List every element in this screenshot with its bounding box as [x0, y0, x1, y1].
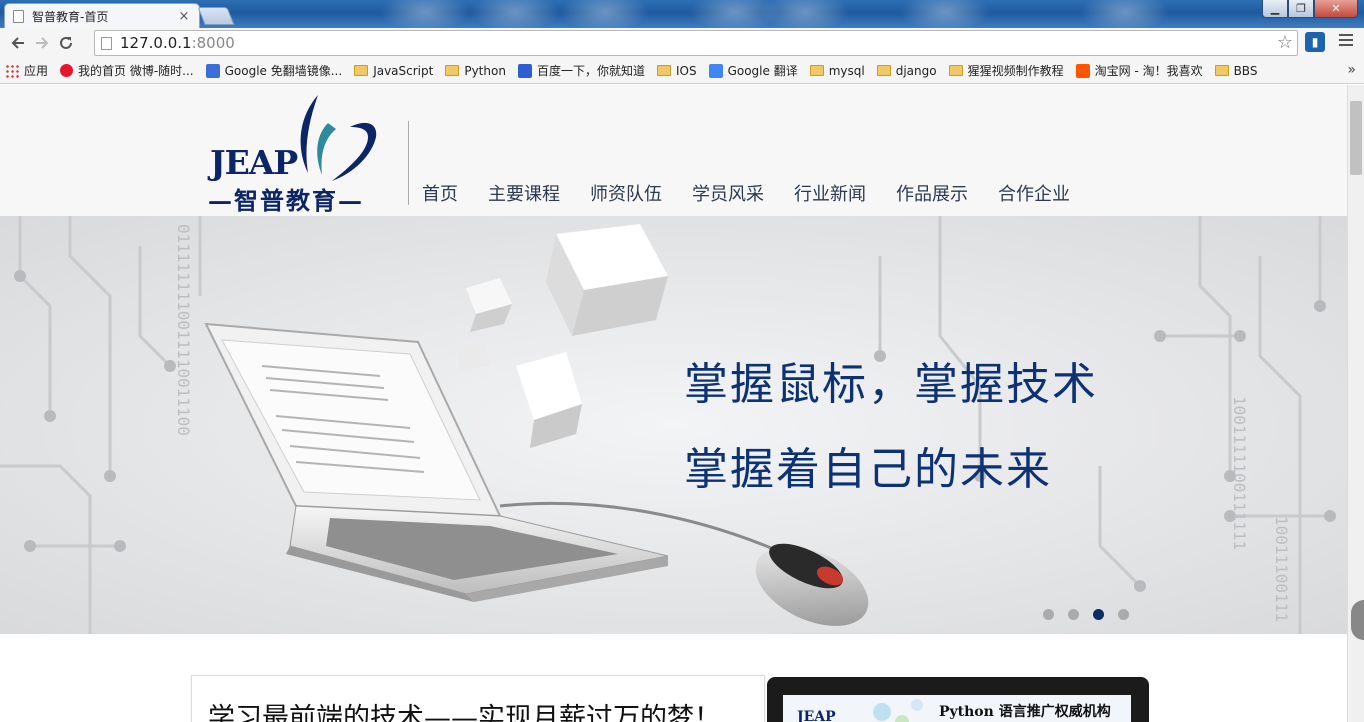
- bookmark-label: 应用: [24, 64, 49, 78]
- carousel-indicators: [1043, 609, 1143, 620]
- chrome-menu-icon[interactable]: [1339, 34, 1353, 49]
- bookmark-apps[interactable]: 应用: [5, 62, 48, 79]
- bookmark-label: 猩猩视频制作教程: [967, 64, 1064, 78]
- carousel-dot-4[interactable]: [1118, 609, 1129, 620]
- nav-teachers[interactable]: 师资队伍: [590, 180, 662, 206]
- promo-video-screen: JEAP Python 语言推广权威机构: [783, 695, 1131, 722]
- bookmark-label: BBS: [1233, 63, 1258, 78]
- folder-icon: [445, 65, 460, 76]
- tab-title: 智普教育-首页: [32, 9, 109, 24]
- tab-close-icon[interactable]: ×: [177, 9, 191, 24]
- carousel-dot-2[interactable]: [1068, 609, 1079, 620]
- promo-video-frame[interactable]: JEAP Python 语言推广权威机构: [767, 677, 1149, 722]
- window-controls: ▁ ❐ ✕: [1262, 0, 1358, 18]
- bookmark-label: Google 免翻墙镜像...: [224, 64, 343, 78]
- nav-works[interactable]: 作品展示: [896, 180, 968, 206]
- banner-slogan-line1: 掌握鼠标，掌握技术: [684, 359, 1098, 410]
- bookmark-weibo[interactable]: 我的首页 微博-随时...: [60, 62, 194, 79]
- bookmark-label: Python: [464, 63, 506, 78]
- nav-partners[interactable]: 合作企业: [998, 180, 1070, 206]
- page-viewport: JEAP —智普教育— 首页 主要课程 师资队伍 学员风采 行业新闻 作品展示 …: [0, 85, 1347, 722]
- floating-side-button[interactable]: [1351, 600, 1364, 640]
- bookmarks-bar: 应用 我的首页 微博-随时... Google 免翻墙镜像... JavaScr…: [0, 58, 1364, 84]
- svg-text:1001111100111111: 1001111100111111: [1230, 396, 1249, 550]
- bookmark-baidu[interactable]: 百度一下，你就知道: [517, 62, 645, 79]
- bookmark-folder-video[interactable]: 猩猩视频制作教程: [948, 62, 1064, 79]
- promo-title: Python 语言推广权威机构: [939, 704, 1111, 720]
- nav-courses[interactable]: 主要课程: [488, 180, 560, 206]
- back-arrow-icon[interactable]: [6, 31, 30, 55]
- taobao-icon: [1075, 63, 1090, 78]
- maximize-icon[interactable]: ❐: [1288, 0, 1314, 18]
- banner-slogan-line2: 掌握着自己的未来: [684, 444, 1052, 495]
- nav-home[interactable]: 首页: [422, 180, 458, 206]
- bookmark-label: 淘宝网 - 淘！我喜欢: [1094, 64, 1203, 78]
- logo-wordmark: JEAP: [210, 143, 298, 182]
- nav-students[interactable]: 学员风采: [692, 180, 764, 206]
- svg-text:0111111110011110011100: 0111111110011110011100: [174, 224, 193, 436]
- page-favicon-icon: [13, 9, 24, 23]
- folder-icon: [948, 65, 963, 76]
- browser-tab-active[interactable]: 智普教育-首页 ×: [4, 3, 200, 28]
- logo-swoosh-icon: [300, 95, 377, 181]
- bookmark-folder-python[interactable]: Python: [445, 64, 506, 78]
- bookmark-taobao[interactable]: 淘宝网 - 淘！我喜欢: [1075, 62, 1203, 79]
- bookmark-label: IOS: [675, 63, 697, 78]
- scrollbar-thumb[interactable]: [1350, 101, 1362, 175]
- new-tab-button[interactable]: [197, 7, 235, 25]
- bookmark-label: JavaScript: [373, 63, 434, 78]
- bookmark-label: django: [895, 63, 937, 78]
- reload-icon[interactable]: [54, 31, 78, 55]
- bookmark-folder-bbs[interactable]: BBS: [1214, 63, 1258, 78]
- bookmark-label: Google 翻译: [727, 64, 798, 78]
- page-icon: [101, 36, 112, 50]
- site-header: JEAP —智普教育— 首页 主要课程 师资队伍 学员风采 行业新闻 作品展示 …: [0, 85, 1347, 216]
- folder-icon: [656, 65, 671, 76]
- bookmark-folder-ios[interactable]: IOS: [656, 63, 697, 78]
- folder-icon: [1214, 65, 1229, 76]
- apps-grid-icon: [5, 63, 19, 78]
- minimize-icon[interactable]: ▁: [1262, 0, 1288, 18]
- main-nav: 首页 主要课程 师资队伍 学员风采 行业新闻 作品展示 合作企业: [422, 180, 1100, 206]
- bookmark-folder-mysql[interactable]: mysql: [809, 63, 865, 78]
- extension-icon[interactable]: ▮: [1305, 32, 1325, 52]
- weibo-icon: [60, 64, 74, 77]
- google-translate-icon: [708, 63, 723, 78]
- forward-arrow-icon[interactable]: [30, 31, 54, 55]
- bookmark-label: 百度一下，你就知道: [536, 64, 645, 78]
- carousel-dot-3[interactable]: [1093, 609, 1104, 620]
- folder-icon: [354, 65, 369, 76]
- url-text: 127.0.0.1:8000: [120, 34, 235, 52]
- nav-news[interactable]: 行业新闻: [794, 180, 866, 206]
- browser-toolbar: 127.0.0.1:8000 ☆ ▮: [0, 28, 1364, 58]
- intro-headline: 学习最前端的技术——实现月薪过万的梦！: [208, 703, 721, 722]
- bookmark-folder-django[interactable]: django: [876, 63, 937, 78]
- hero-banner: 0111111110011110011100 1001111100111111 …: [0, 216, 1347, 634]
- bookmark-label: 我的首页 微博-随时...: [78, 64, 194, 78]
- logo-chinese-name: —智普教育—: [208, 186, 364, 215]
- intro-card: 学习最前端的技术——实现月薪过万的梦！: [191, 675, 765, 722]
- google-8-icon: [205, 63, 220, 78]
- bookmark-google-translate[interactable]: Google 翻译: [708, 62, 798, 79]
- header-divider: [408, 121, 409, 205]
- address-bar[interactable]: 127.0.0.1:8000 ☆: [94, 30, 1298, 56]
- window-close-icon[interactable]: ✕: [1314, 0, 1358, 18]
- promo-logo: JEAP: [797, 709, 836, 722]
- baidu-paw-icon: [517, 63, 532, 78]
- bookmark-star-icon[interactable]: ☆: [1277, 32, 1293, 53]
- bookmark-google-mirror[interactable]: Google 免翻墙镜像...: [205, 62, 343, 79]
- folder-icon: [876, 65, 891, 76]
- circuit-laptop-illustration: 0111111110011110011100 1001111100111111 …: [0, 216, 1347, 634]
- folder-icon: [809, 65, 824, 76]
- svg-text:10011100111: 10011100111: [1272, 516, 1291, 622]
- bookmarks-overflow-icon[interactable]: »: [1347, 62, 1356, 78]
- window-titlebar: 智普教育-首页 × ▁ ❐ ✕: [0, 0, 1364, 28]
- bookmark-folder-javascript[interactable]: JavaScript: [354, 64, 433, 78]
- site-logo[interactable]: JEAP —智普教育—: [208, 93, 380, 215]
- bookmark-label: mysql: [828, 63, 865, 78]
- carousel-dot-1[interactable]: [1043, 609, 1054, 620]
